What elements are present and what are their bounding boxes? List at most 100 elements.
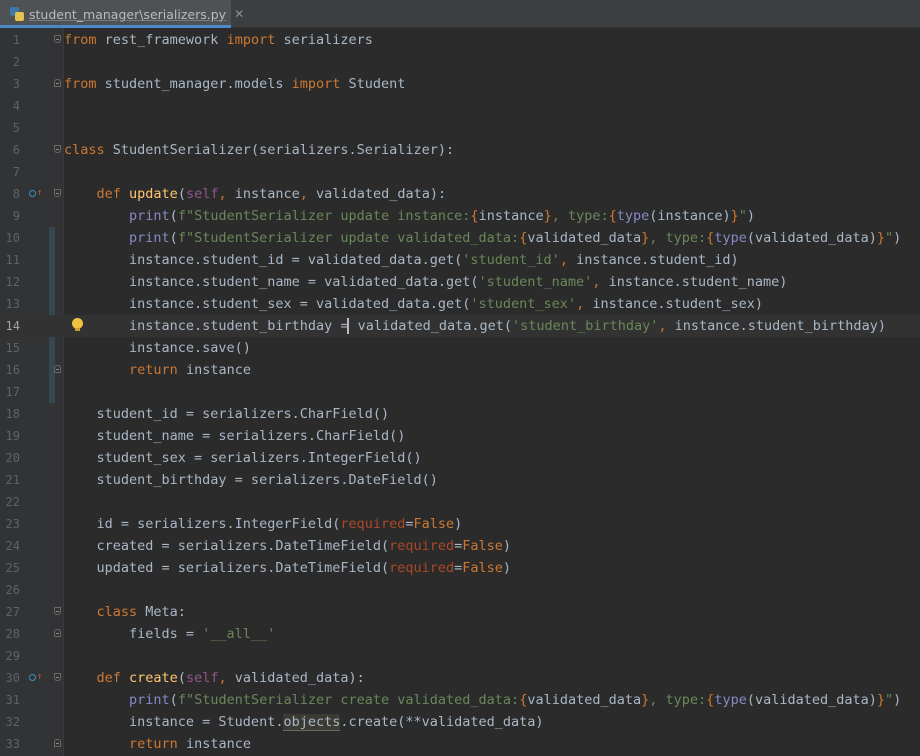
code-line[interactable]: 23 id = serializers.IntegerField(require… <box>0 513 920 535</box>
line-number: 13 <box>5 297 20 311</box>
code-line[interactable]: 21 student_birthday = serializers.DateFi… <box>0 469 920 491</box>
code-line[interactable]: 11 instance.student_id = validated_data.… <box>0 249 920 271</box>
fold-marker-icon[interactable] <box>54 607 61 615</box>
code-text[interactable]: instance.student_id = validated_data.get… <box>64 249 739 271</box>
code-text[interactable]: student_id = serializers.CharField() <box>64 403 390 425</box>
fold-marker-icon[interactable] <box>54 365 61 373</box>
line-number: 23 <box>5 517 20 531</box>
line-number: 11 <box>5 253 20 267</box>
code-line[interactable]: 32 instance = Student.objects.create(**v… <box>0 711 920 733</box>
code-text[interactable]: return instance <box>64 733 251 755</box>
code-line[interactable]: 3 from student_manager.models import Stud… <box>0 73 920 95</box>
code-line[interactable]: 12 instance.student_name = validated_dat… <box>0 271 920 293</box>
code-line[interactable]: 24 created = serializers.DateTimeField(r… <box>0 535 920 557</box>
code-text[interactable]: created = serializers.DateTimeField(requ… <box>64 535 512 557</box>
code-line[interactable]: 29 <box>0 645 920 667</box>
line-number: 22 <box>5 495 20 509</box>
code-line[interactable]: 26 <box>0 579 920 601</box>
code-text[interactable]: instance.save() <box>64 337 251 359</box>
line-number: 14 <box>5 319 20 333</box>
code-text[interactable]: instance = Student.objects.create(**vali… <box>64 711 544 733</box>
line-number: 2 <box>12 55 20 69</box>
code-line[interactable]: 17 <box>0 381 920 403</box>
line-number: 21 <box>5 473 20 487</box>
line-number: 6 <box>12 143 20 157</box>
code-text[interactable]: instance.student_name = validated_data.g… <box>64 271 787 293</box>
line-number: 30 <box>5 671 20 685</box>
line-number: 26 <box>5 583 20 597</box>
fold-marker-icon[interactable] <box>54 673 61 681</box>
line-number: 15 <box>5 341 20 355</box>
code-line[interactable]: 25 updated = serializers.DateTimeField(r… <box>0 557 920 579</box>
line-number: 25 <box>5 561 20 575</box>
code-text[interactable]: print(f"StudentSerializer create validat… <box>64 689 901 711</box>
code-line[interactable]: 19 student_name = serializers.CharField(… <box>0 425 920 447</box>
code-text[interactable]: student_birthday = serializers.DateField… <box>64 469 438 491</box>
code-text[interactable]: from rest_framework import serializers <box>64 29 373 51</box>
fold-marker-icon[interactable] <box>54 145 61 153</box>
code-line[interactable]: 18 student_id = serializers.CharField() <box>0 403 920 425</box>
code-text[interactable]: instance.student_sex = validated_data.ge… <box>64 293 763 315</box>
line-number: 29 <box>5 649 20 663</box>
tab-serializers-py[interactable]: student_manager\serializers.py ✕ <box>0 0 244 28</box>
code-text[interactable]: class StudentSerializer(serializers.Seri… <box>64 139 454 161</box>
line-number: 28 <box>5 627 20 641</box>
fold-marker-icon[interactable] <box>54 629 61 637</box>
code-text[interactable]: instance.student_birthday = validated_da… <box>64 315 886 337</box>
fold-marker-icon[interactable] <box>54 79 61 87</box>
line-number: 19 <box>5 429 20 443</box>
line-number: 7 <box>12 165 20 179</box>
code-text[interactable]: updated = serializers.DateTimeField(requ… <box>64 557 512 579</box>
code-text[interactable]: def update(self, instance, validated_dat… <box>64 183 447 205</box>
code-text[interactable]: class Meta: <box>64 601 186 623</box>
code-line[interactable]: 31 print(f"StudentSerializer create vali… <box>0 689 920 711</box>
code-line[interactable]: 9 print(f"StudentSerializer update insta… <box>0 205 920 227</box>
code-line[interactable]: 30 ↑ def create(self, validated_data): <box>0 667 920 689</box>
line-number: 3 <box>12 77 20 91</box>
line-number: 8 <box>12 187 20 201</box>
code-line[interactable]: 14 instance.student_birthday = validated… <box>0 315 920 337</box>
code-line[interactable]: 28 fields = '__all__' <box>0 623 920 645</box>
line-number: 17 <box>5 385 20 399</box>
code-text[interactable]: print(f"StudentSerializer update instanc… <box>64 205 755 227</box>
fold-marker-icon[interactable] <box>54 189 61 197</box>
code-text[interactable]: from student_manager.models import Stude… <box>64 73 405 95</box>
code-line[interactable]: 6 class StudentSerializer(serializers.Ser… <box>0 139 920 161</box>
code-text[interactable]: student_name = serializers.CharField() <box>64 425 406 447</box>
line-number: 4 <box>12 99 20 113</box>
line-number: 31 <box>5 693 20 707</box>
code-text[interactable]: def create(self, validated_data): <box>64 667 365 689</box>
code-text[interactable]: return instance <box>64 359 251 381</box>
code-line[interactable]: 15 instance.save() <box>0 337 920 359</box>
code-line[interactable]: 22 <box>0 491 920 513</box>
close-icon[interactable]: ✕ <box>234 7 244 21</box>
code-line[interactable]: 10 print(f"StudentSerializer update vali… <box>0 227 920 249</box>
line-number: 16 <box>5 363 20 377</box>
code-text[interactable]: print(f"StudentSerializer update validat… <box>64 227 901 249</box>
line-number: 18 <box>5 407 20 421</box>
code-text[interactable]: id = serializers.IntegerField(required=F… <box>64 513 463 535</box>
code-text[interactable]: student_sex = serializers.IntegerField() <box>64 447 422 469</box>
code-editor[interactable]: 1 from rest_framework import serializers 2… <box>0 28 920 756</box>
code-line[interactable]: 7 <box>0 161 920 183</box>
code-line[interactable]: 8 ↑ def update(self, instance, validated_… <box>0 183 920 205</box>
code-line[interactable]: 33 return instance <box>0 733 920 755</box>
code-line[interactable]: 13 instance.student_sex = validated_data… <box>0 293 920 315</box>
code-line[interactable]: 5 <box>0 117 920 139</box>
fold-marker-icon[interactable] <box>54 35 61 43</box>
code-line[interactable]: 4 <box>0 95 920 117</box>
code-line[interactable]: 16 return instance <box>0 359 920 381</box>
line-number: 1 <box>12 33 20 47</box>
code-line[interactable]: 27 class Meta: <box>0 601 920 623</box>
line-number: 24 <box>5 539 20 553</box>
code-line[interactable]: 1 from rest_framework import serializers <box>0 29 920 51</box>
code-line[interactable]: 2 <box>0 51 920 73</box>
override-method-icon[interactable]: ↑ <box>29 672 42 683</box>
code-line[interactable]: 20 student_sex = serializers.IntegerFiel… <box>0 447 920 469</box>
override-method-icon[interactable]: ↑ <box>29 188 42 199</box>
code-text[interactable]: fields = '__all__' <box>64 623 275 645</box>
line-number: 27 <box>5 605 20 619</box>
tab-title: student_manager\serializers.py <box>29 6 227 22</box>
fold-marker-icon[interactable] <box>54 739 61 747</box>
line-number: 5 <box>12 121 20 135</box>
